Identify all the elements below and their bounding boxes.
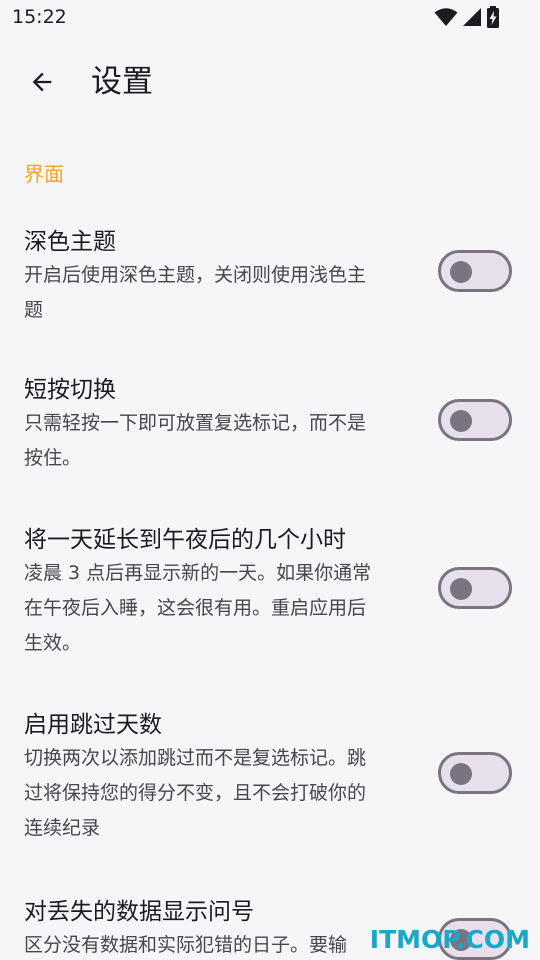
setting-text: 短按切换 只需轻按一下即可放置复选标记，而不是 按住。 <box>24 374 416 476</box>
summary-line: 过将保持您的得分不变，且不会打破你的 <box>24 782 367 804</box>
summary-line: 按住。 <box>24 447 82 469</box>
watermark: ITMOP.COM <box>369 925 530 954</box>
status-bar: 15:22 <box>0 0 540 36</box>
setting-extend-day[interactable]: 将一天延长到午夜后的几个小时 凌晨 3 点后再显示新的一天。如果你通常 在午夜后… <box>0 522 540 672</box>
setting-text: 对丢失的数据显示问号 区分没有数据和实际犯错的日子。要输 <box>24 896 416 960</box>
wifi-icon <box>434 7 458 27</box>
switch-thumb <box>450 261 472 283</box>
setting-title: 短按切换 <box>24 377 116 403</box>
summary-line: 生效。 <box>24 632 82 654</box>
summary-line: 区分没有数据和实际犯错的日子。要输 <box>24 934 348 956</box>
back-button[interactable] <box>18 60 66 108</box>
short-toggle-switch[interactable] <box>438 399 512 441</box>
summary-line: 在午夜后入睡，这会很有用。重启应用后 <box>24 597 367 619</box>
summary-line: 开启后使用深色主题，关闭则使用浅色主 <box>24 264 367 286</box>
settings-screen: 15:22 设置 界面 深色主题 开启后使用深色主题，关闭则使用浅色主 题 短按… <box>0 0 540 960</box>
status-icons <box>434 6 500 28</box>
summary-line: 题 <box>24 299 44 321</box>
setting-title: 将一天延长到午夜后的几个小时 <box>24 527 346 553</box>
extend-day-switch[interactable] <box>438 567 512 609</box>
setting-title: 深色主题 <box>24 229 116 255</box>
arrow-left-icon <box>28 68 56 100</box>
summary-line: 只需轻按一下即可放置复选标记，而不是 <box>24 412 367 434</box>
summary-line: 切换两次以添加跳过而不是复选标记。跳 <box>24 747 367 769</box>
setting-summary: 切换两次以添加跳过而不是复选标记。跳 过将保持您的得分不变，且不会打破你的 连续… <box>24 741 416 846</box>
setting-summary: 开启后使用深色主题，关闭则使用浅色主 题 <box>24 258 416 328</box>
status-time: 15:22 <box>12 6 67 28</box>
section-header-interface: 界面 <box>24 162 64 186</box>
skip-days-switch[interactable] <box>438 752 512 794</box>
setting-text: 启用跳过天数 切换两次以添加跳过而不是复选标记。跳 过将保持您的得分不变，且不会… <box>24 709 416 846</box>
setting-title: 对丢失的数据显示问号 <box>24 899 254 925</box>
setting-summary: 凌晨 3 点后再显示新的一天。如果你通常 在午夜后入睡，这会很有用。重启应用后 … <box>24 556 416 661</box>
setting-summary: 只需轻按一下即可放置复选标记，而不是 按住。 <box>24 406 416 476</box>
setting-dark-theme[interactable]: 深色主题 开启后使用深色主题，关闭则使用浅色主 题 <box>0 222 540 342</box>
page-title: 设置 <box>91 64 153 100</box>
setting-text: 将一天延长到午夜后的几个小时 凌晨 3 点后再显示新的一天。如果你通常 在午夜后… <box>24 524 416 661</box>
setting-title: 启用跳过天数 <box>24 712 162 738</box>
setting-text: 深色主题 开启后使用深色主题，关闭则使用浅色主 题 <box>24 226 416 328</box>
setting-skip-days[interactable]: 启用跳过天数 切换两次以添加跳过而不是复选标记。跳 过将保持您的得分不变，且不会… <box>0 707 540 857</box>
setting-short-toggle[interactable]: 短按切换 只需轻按一下即可放置复选标记，而不是 按住。 <box>0 372 540 492</box>
cellular-signal-icon <box>462 7 482 27</box>
summary-line: 连续纪录 <box>24 817 101 839</box>
dark-theme-switch[interactable] <box>438 250 512 292</box>
app-bar: 设置 <box>0 40 540 124</box>
setting-summary: 区分没有数据和实际犯错的日子。要输 <box>24 928 416 960</box>
switch-thumb <box>450 410 472 432</box>
summary-line: 凌晨 3 点后再显示新的一天。如果你通常 <box>24 562 372 584</box>
switch-thumb <box>450 763 472 785</box>
switch-thumb <box>450 578 472 600</box>
battery-charging-icon <box>486 6 500 28</box>
